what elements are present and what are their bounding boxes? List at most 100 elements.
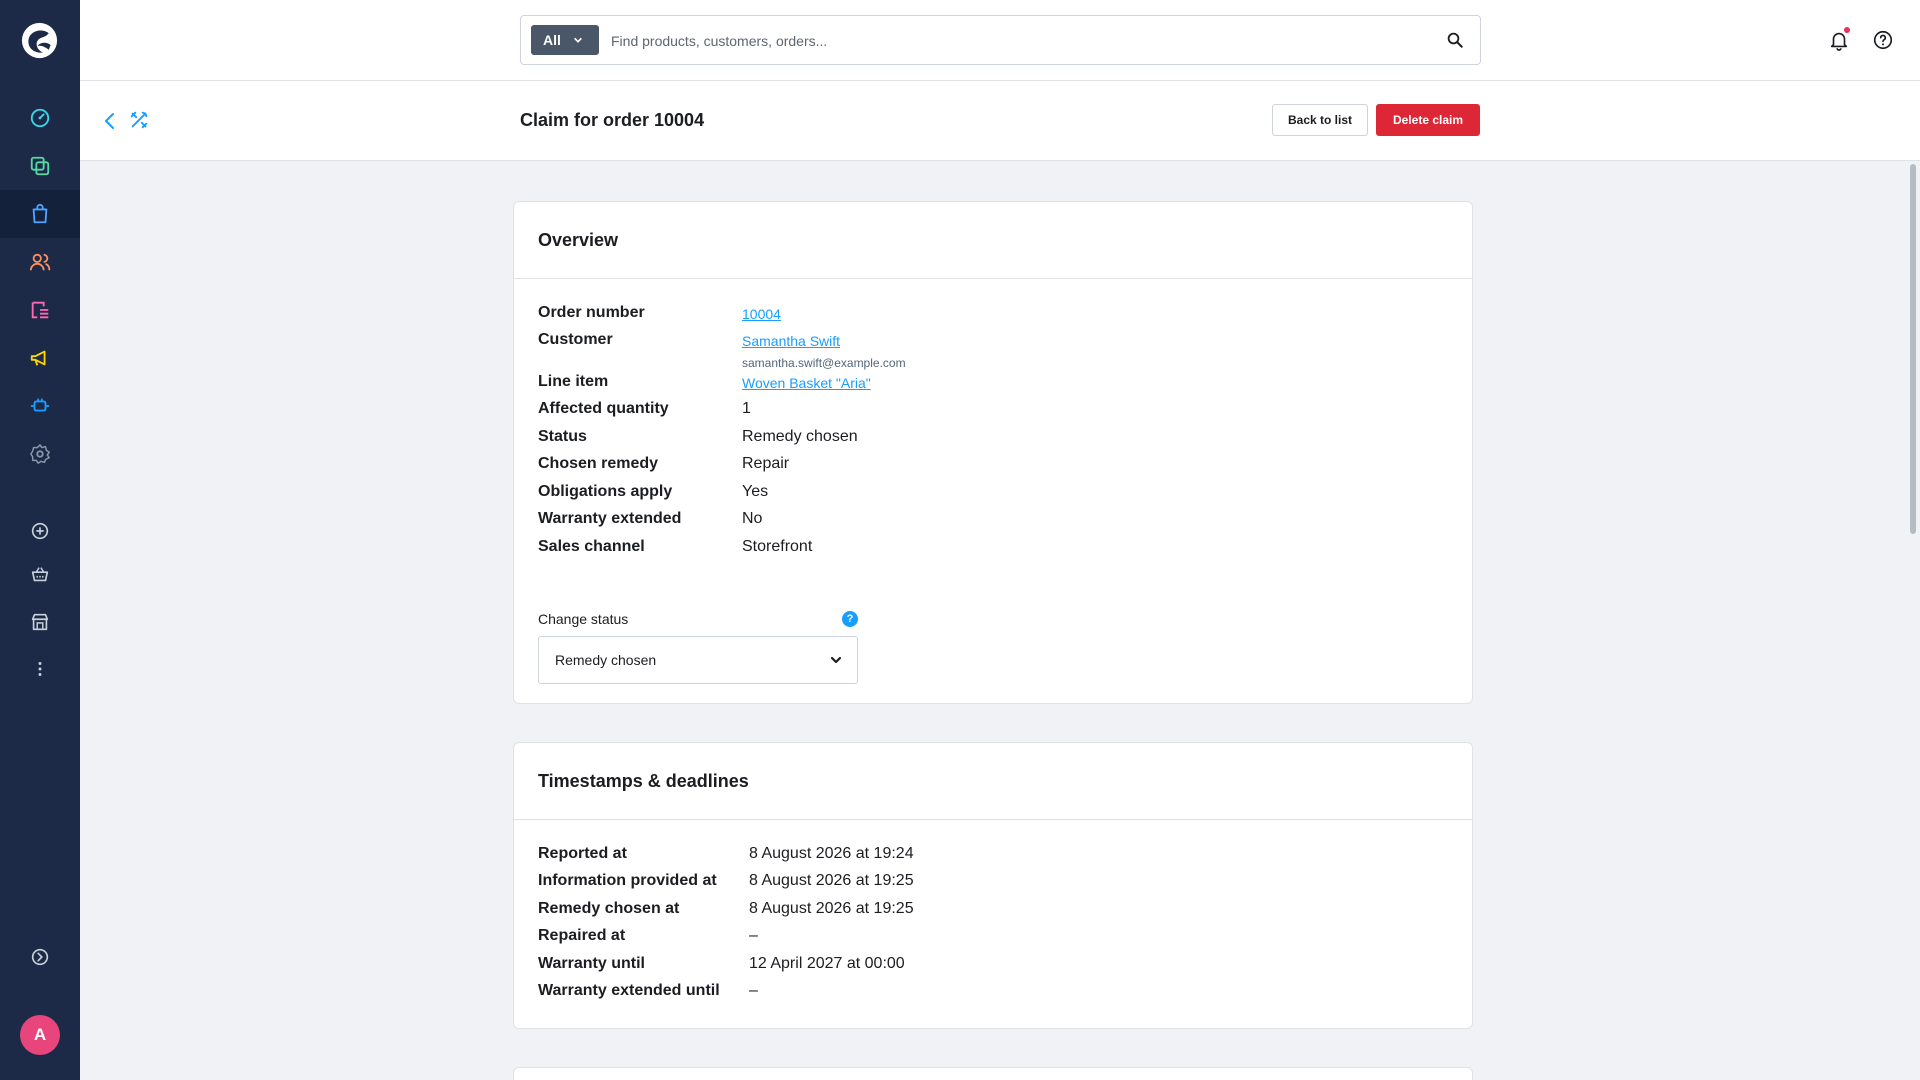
- timestamps-card-header: Timestamps & deadlines: [514, 743, 1472, 820]
- shopware-logo[interactable]: [21, 22, 58, 59]
- reported-at-label: Reported at: [538, 845, 627, 862]
- sidebar: A: [0, 0, 80, 1080]
- warranty-until-label: Warranty until: [538, 955, 645, 972]
- back-to-list-button[interactable]: Back to list: [1272, 104, 1368, 136]
- warranty-extended-value: No: [742, 510, 763, 527]
- help-icon[interactable]: ?: [842, 611, 858, 627]
- affected-quantity-value: 1: [742, 400, 751, 417]
- top-bar: All: [80, 0, 1920, 81]
- information-provided-value: 8 August 2026 at 19:25: [749, 872, 914, 889]
- notifications-button[interactable]: [1827, 27, 1851, 52]
- timestamp-row: Information provided at 8 August 2026 at…: [538, 871, 914, 891]
- basket-icon: [31, 567, 49, 582]
- overview-title: Overview: [538, 229, 619, 250]
- notification-dot: [1844, 27, 1850, 33]
- scrollbar-thumb[interactable]: [1910, 164, 1916, 534]
- sales-channel-row: Sales channel Storefront: [538, 537, 812, 557]
- obligations-label: Obligations apply: [538, 483, 673, 500]
- line-item-link[interactable]: Woven Basket "Aria": [742, 373, 871, 393]
- dashboard-icon: [30, 108, 50, 128]
- sidebar-item-catalogues[interactable]: [0, 142, 80, 190]
- marketing-icon: [30, 350, 46, 366]
- customer-row: Customer Samantha Swift samantha.swift@e…: [538, 330, 906, 370]
- reported-at-value: 8 August 2026 at 19:24: [749, 845, 914, 862]
- remedy-chosen-label: Remedy chosen at: [538, 900, 680, 917]
- sidebar-expand-button[interactable]: [0, 933, 80, 981]
- content-area: Overview Order number 10004 Customer Sam…: [80, 162, 1906, 1080]
- timestamp-row: Warranty extended until –: [538, 981, 758, 1001]
- sidebar-item-content[interactable]: [0, 286, 80, 334]
- sidebar-item-dashboard[interactable]: [0, 94, 80, 142]
- chevron-down-icon: [830, 656, 842, 664]
- sidebar-item-marketing[interactable]: [0, 334, 80, 382]
- line-item-row: Line item Woven Basket "Aria": [538, 372, 871, 392]
- search-button[interactable]: [1444, 29, 1466, 51]
- help-button[interactable]: [1871, 28, 1895, 52]
- user-avatar[interactable]: A: [20, 1015, 60, 1055]
- order-number-link[interactable]: 10004: [742, 304, 781, 324]
- page-title: Claim for order 10004: [520, 110, 705, 130]
- warranty-extended-row: Warranty extended No: [538, 509, 762, 529]
- timestamp-row: Remedy chosen at 8 August 2026 at 19:25: [538, 899, 914, 919]
- repaired-at-value: –: [749, 927, 758, 944]
- timestamps-title: Timestamps & deadlines: [538, 770, 749, 791]
- customers-icon: [29, 253, 51, 271]
- chevron-left-icon: [105, 113, 114, 129]
- customer-name-link[interactable]: Samantha Swift: [742, 333, 840, 349]
- page-header: Claim for order 10004 Back to list Delet…: [80, 81, 1920, 161]
- sidebar-item-extensions[interactable]: [0, 382, 80, 430]
- back-button[interactable]: [98, 109, 122, 133]
- sales-channel-value: Storefront: [742, 538, 813, 555]
- tools-icon: [130, 111, 148, 129]
- plus-circle-icon: [31, 522, 49, 540]
- delete-claim-button[interactable]: Delete claim: [1376, 104, 1480, 136]
- chosen-remedy-row: Chosen remedy Repair: [538, 454, 789, 474]
- timestamp-row: Warranty until 12 April 2027 at 00:00: [538, 954, 905, 974]
- customer-email: samantha.swift@example.com: [742, 356, 906, 370]
- content-icon: [31, 301, 49, 319]
- orders-icon: [32, 203, 48, 224]
- order-number-label: Order number: [538, 304, 645, 321]
- status-label: Status: [538, 428, 587, 445]
- scrollbar[interactable]: [1906, 162, 1920, 1080]
- change-status-value: Remedy chosen: [555, 652, 657, 668]
- sidebar-item-customers[interactable]: [0, 238, 80, 286]
- timestamp-row: Reported at 8 August 2026 at 19:24: [538, 844, 914, 864]
- repaired-at-label: Repaired at: [538, 927, 626, 944]
- search-icon: [1447, 32, 1463, 48]
- sidebar-basket-button[interactable]: [0, 550, 80, 598]
- change-status-label: Change status: [538, 611, 629, 627]
- remedy-chosen-value: 8 August 2026 at 19:25: [749, 900, 914, 917]
- customer-label: Customer: [538, 331, 613, 348]
- tools-button[interactable]: [128, 109, 152, 133]
- line-item-label: Line item: [538, 373, 609, 390]
- question-circle-icon: [1873, 30, 1893, 50]
- customer-value: Samantha Swift samantha.swift@example.co…: [742, 331, 1042, 373]
- order-number-row: Order number 10004: [538, 303, 781, 323]
- search-type-dropdown[interactable]: All: [531, 25, 599, 55]
- search-type-label: All: [543, 32, 561, 48]
- warranty-extended-label: Warranty extended: [538, 510, 682, 527]
- chevron-down-icon: [573, 37, 582, 43]
- change-status-select[interactable]: Remedy chosen: [538, 636, 858, 684]
- sidebar-add-button[interactable]: [0, 507, 80, 555]
- warranty-extended-until-label: Warranty extended until: [538, 982, 720, 999]
- overview-card-header: Overview: [514, 202, 1472, 279]
- expand-circle-icon: [31, 948, 49, 966]
- status-value: Remedy chosen: [742, 428, 858, 445]
- more-vertical-icon: [38, 662, 42, 676]
- sidebar-store-button[interactable]: [0, 598, 80, 646]
- obligations-row: Obligations apply Yes: [538, 482, 768, 502]
- warranty-until-value: 12 April 2027 at 00:00: [749, 955, 905, 972]
- sidebar-item-orders[interactable]: [0, 190, 80, 238]
- settings-icon: [30, 444, 50, 464]
- sidebar-item-settings[interactable]: [0, 430, 80, 478]
- sales-channel-label: Sales channel: [538, 538, 645, 555]
- extensions-icon: [30, 398, 50, 412]
- timestamps-card: Timestamps & deadlines Reported at 8 Aug…: [513, 742, 1473, 1029]
- sidebar-more-button[interactable]: [0, 645, 80, 693]
- obligations-value: Yes: [742, 483, 769, 500]
- next-card: [513, 1067, 1473, 1080]
- status-row: Status Remedy chosen: [538, 427, 858, 447]
- search-input[interactable]: [611, 28, 1411, 54]
